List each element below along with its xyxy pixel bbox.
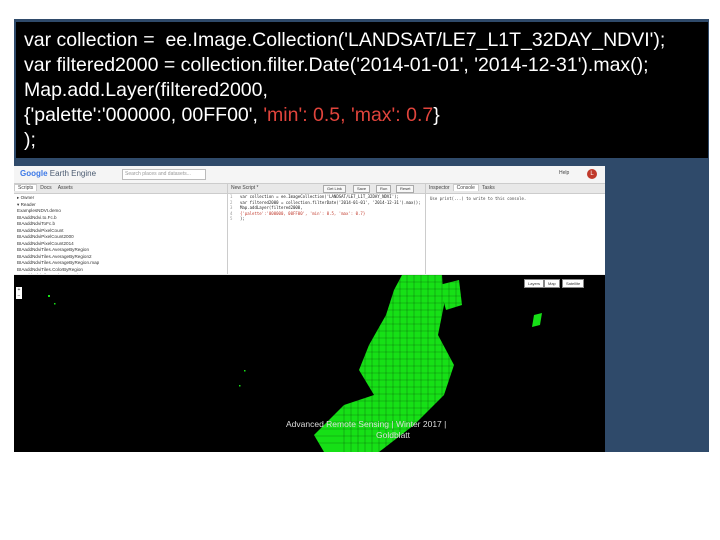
code-line-2: var filtered2000 = collection.filter.Dat… <box>24 54 649 76</box>
watermark-line-2: Goldblatt <box>376 430 411 440</box>
editor-header: New Script * Get Link Save Run Reset <box>228 184 425 194</box>
earth-engine-screenshot: Google Earth Engine Search places and da… <box>14 166 605 452</box>
satellite-button[interactable]: Satellite <box>562 279 585 288</box>
layers-button[interactable]: Layers <box>524 279 545 288</box>
get-link-button[interactable]: Get Link <box>323 185 346 193</box>
ndvi-speck <box>239 385 241 387</box>
help-button[interactable]: Help <box>559 170 569 176</box>
watermark: Advanced Remote Sensing | Winter 2017 | … <box>286 419 446 441</box>
save-button[interactable]: Save <box>353 185 371 193</box>
script-item[interactable]: BIAaddNdviTiles.ColorByRegion.mean <box>17 273 224 274</box>
code-line-4: {'palette':'000000, 00FF00', 'min': 0.5,… <box>24 104 440 126</box>
console-output: Use print(...) to write to this console. <box>430 196 527 201</box>
search-input[interactable]: Search places and datasets... <box>122 169 206 180</box>
top-bar: Google Earth Engine Search places and da… <box>14 166 605 184</box>
ndvi-speck <box>48 295 50 297</box>
tab-console[interactable]: Console <box>452 184 479 191</box>
editor-title: New Script * <box>231 185 259 191</box>
tab-inspector[interactable]: Inspector <box>426 185 453 191</box>
tab-tasks[interactable]: Tasks <box>479 185 498 191</box>
editor-code-text: var collection = ee.ImageCollection('LAN… <box>240 194 399 199</box>
code-palette-text: {'palette':'000000, 00FF00', <box>24 104 264 126</box>
right-tabs: Inspector Console Tasks <box>426 184 605 194</box>
code-banner: var collection = ee.Image.Collection('LA… <box>16 22 708 158</box>
editor-line: 5); <box>228 216 425 222</box>
editor-code-text: {'palette':'000000, 00FF00', 'min': 0.5,… <box>240 210 366 216</box>
tab-scripts[interactable]: Scripts <box>14 184 38 191</box>
run-button[interactable]: Run <box>376 185 392 193</box>
editor-code-text: var filtered2000 = collection.filterDate… <box>240 199 421 205</box>
code-editor-panel: New Script * Get Link Save Run Reset 1 va… <box>228 184 426 274</box>
watermark-line-1: Advanced Remote Sensing | Winter 2017 | <box>286 419 447 429</box>
tab-docs[interactable]: Docs <box>37 185 54 191</box>
ndvi-patch-east <box>532 313 542 327</box>
avatar[interactable]: L <box>587 169 597 179</box>
map-type-button[interactable]: Map <box>544 279 560 288</box>
zoom-out-button[interactable]: − <box>16 293 22 299</box>
code-line-5: ); <box>24 129 36 151</box>
ndvi-speck <box>54 303 56 305</box>
code-brace-text: } <box>433 104 440 126</box>
earth-engine-logo[interactable]: Google Earth Engine <box>20 169 96 178</box>
scripts-panel: Scripts Docs Assets ▸ Owner ▾ Reader Examp… <box>14 184 228 274</box>
line-number: 5 <box>230 216 233 221</box>
ndvi-speck <box>244 370 246 372</box>
code-line-1: var collection = ee.Image.Collection('LA… <box>24 29 666 51</box>
script-tree: ▸ Owner ▾ Reader ExamplesNDVI.demo BIAad… <box>14 194 227 274</box>
code-editor[interactable]: 1 var collection = ee.ImageCollection('LA… <box>228 194 425 274</box>
editor-code-text: ); <box>240 216 245 221</box>
tab-assets[interactable]: Assets <box>55 185 76 191</box>
console-panel: Inspector Console Tasks Use print(...) to … <box>426 184 605 274</box>
editor-code-text: Map.addLayer(filtered2000, <box>240 205 303 210</box>
code-minmax-text: 'min': 0.5, 'max': 0.7 <box>263 104 434 126</box>
reset-button[interactable]: Reset <box>396 185 415 193</box>
code-line-3: Map.add.Layer(filtered2000, <box>24 79 268 101</box>
left-tabs: Scripts Docs Assets <box>14 184 227 194</box>
zoom-control[interactable]: + − <box>16 287 22 299</box>
